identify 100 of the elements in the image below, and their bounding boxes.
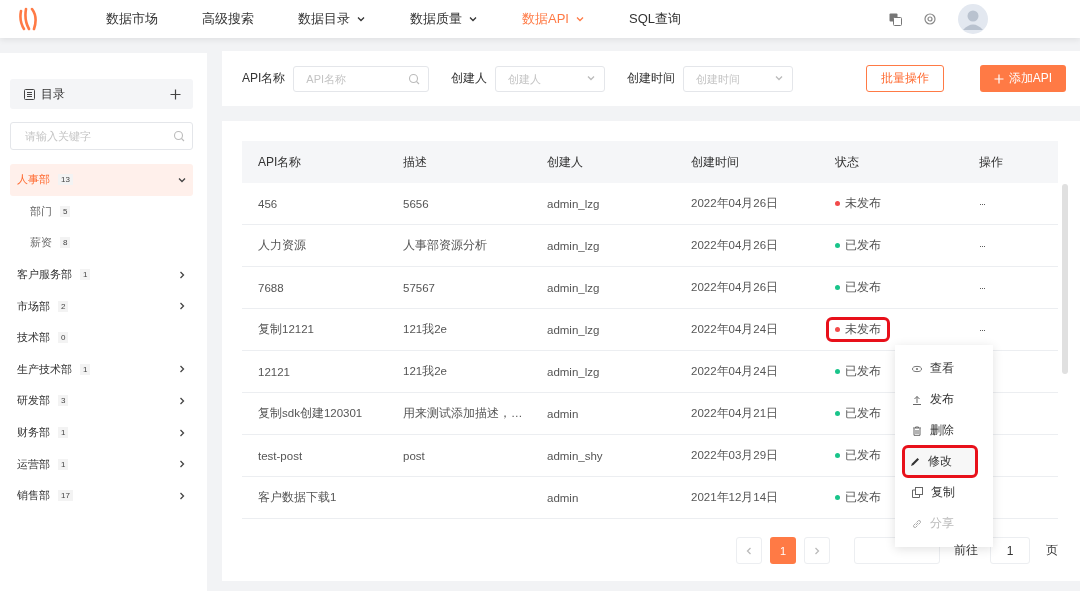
caret-icon	[468, 14, 478, 24]
table-cell: 2022年04月24日	[691, 322, 779, 337]
tree-item[interactable]: 部门 5	[10, 195, 193, 228]
table-cell: 12121	[258, 365, 290, 378]
page-input[interactable]: 1	[990, 537, 1030, 564]
table-cell: 121我2e	[403, 322, 447, 337]
caret-right-icon[interactable]	[177, 301, 187, 312]
tree-item[interactable]: 生产技术部 1	[10, 353, 193, 386]
search-icon	[173, 130, 185, 142]
table-cell: admin	[547, 407, 579, 420]
status-label: 已发布	[835, 406, 881, 421]
page-unit-label: 页	[1046, 542, 1058, 559]
column-header: 描述	[387, 141, 531, 183]
table-cell: 客户数据下载1	[258, 490, 337, 505]
caret-icon	[574, 14, 585, 24]
pencil-icon	[910, 456, 920, 467]
table-cell: test-post	[258, 449, 303, 462]
logo-icon	[18, 7, 40, 31]
trash-icon	[912, 425, 922, 436]
nav-tab[interactable]: 高级搜索	[180, 10, 276, 28]
table-cell: 2021年12月14日	[691, 490, 779, 505]
status-label: 已发布	[835, 364, 881, 379]
tree-item[interactable]: 技术部 0	[10, 321, 193, 354]
caret-right-icon[interactable]	[177, 395, 187, 406]
goto-label: 前往	[954, 542, 978, 559]
table-cell: 5656	[403, 197, 429, 210]
tree-item[interactable]: 运营部 1	[10, 448, 193, 480]
link-icon	[912, 518, 922, 529]
nav-tab[interactable]: 数据市场	[84, 10, 180, 28]
status-label: 未发布	[829, 320, 887, 339]
table-cell: admin	[547, 491, 579, 504]
tree-item[interactable]: 研发部 3	[10, 385, 193, 417]
caret-right-icon[interactable]	[177, 427, 187, 438]
search-field[interactable]: API名称	[293, 65, 430, 92]
more-button[interactable]: ···	[979, 240, 985, 251]
chevron-right-icon	[812, 545, 822, 556]
caret-right-icon[interactable]	[177, 459, 187, 470]
status-label: 已发布	[835, 490, 881, 505]
menu-item[interactable]: 复制	[899, 477, 989, 508]
caret-right-icon[interactable]	[177, 490, 187, 501]
table-cell: 2022年04月26日	[691, 196, 779, 211]
catalog-title: 目录	[41, 85, 65, 103]
tree-item[interactable]: 人事部 13	[10, 164, 193, 196]
status-label: 未发布	[835, 196, 881, 211]
table-cell: admin_lzg	[547, 197, 600, 210]
copy-icon	[912, 487, 923, 498]
column-header: API名称	[242, 141, 387, 183]
status-label: 已发布	[835, 280, 881, 295]
column-header: 状态	[819, 141, 963, 183]
table-cell: admin_shy	[547, 449, 603, 462]
more-button[interactable]: ···	[979, 324, 985, 335]
status-label: 已发布	[835, 448, 881, 463]
tree-item[interactable]: 市场部 2	[10, 290, 193, 322]
filter-label: 创建时间	[627, 70, 676, 87]
table-cell: admin_lzg	[547, 365, 600, 378]
table-cell: admin_lzg	[547, 239, 600, 252]
column-header: 创建时间	[675, 141, 819, 183]
menu-item[interactable]: 修改	[905, 448, 975, 475]
table-cell: 复制12121	[258, 322, 314, 337]
menu-item[interactable]: 查看	[899, 353, 989, 384]
caret-right-icon[interactable]	[177, 364, 187, 375]
more-button[interactable]: ···	[979, 282, 985, 293]
table-cell: admin_lzg	[547, 281, 600, 294]
add-icon[interactable]	[170, 88, 181, 100]
table-cell: 57567	[403, 281, 435, 294]
table-cell: 121我2e	[403, 364, 447, 379]
search-icon	[408, 72, 421, 85]
column-header: 操作	[963, 141, 1058, 183]
menu-item[interactable]: 删除	[899, 415, 989, 446]
nav-tab[interactable]: 数据目录	[276, 10, 388, 28]
nav-tab[interactable]: SQL查询	[606, 10, 703, 28]
upload-icon	[912, 394, 922, 405]
caret-icon	[356, 14, 366, 24]
nav-tab[interactable]: 数据质量	[388, 10, 500, 28]
column-header: 创建人	[531, 141, 675, 183]
table-cell: 7688	[258, 281, 284, 294]
table-cell: admin_lzg	[547, 323, 600, 336]
eye-icon	[912, 363, 922, 374]
filter-label: API名称	[242, 70, 286, 87]
caret-right-icon[interactable]	[177, 269, 187, 280]
tree-item[interactable]: 薪资 8	[10, 227, 193, 259]
filter-label: 创建人	[451, 70, 488, 87]
list-icon	[24, 88, 35, 100]
tree-item[interactable]: 财务部 1	[10, 416, 193, 449]
table-cell: 人事部资源分析	[403, 238, 487, 253]
table-cell: 456	[258, 197, 278, 210]
translate-icon[interactable]	[889, 12, 902, 26]
menu-item[interactable]: 发布	[899, 384, 989, 415]
status-label: 已发布	[835, 238, 881, 253]
settings-icon[interactable]	[924, 13, 936, 25]
select-field[interactable]: 创建人	[495, 65, 606, 92]
tree-item[interactable]: 销售部 17	[10, 479, 193, 512]
more-button[interactable]: ···	[979, 198, 985, 209]
table-cell: 用来测试添加描述，…	[403, 406, 523, 421]
tree-item[interactable]: 客户服务部 1	[10, 258, 193, 291]
chevron-left-icon	[744, 545, 754, 556]
table-cell: 人力资源	[258, 238, 306, 253]
plus-icon	[993, 73, 1004, 84]
table-cell: 2022年04月24日	[691, 364, 779, 379]
table-cell: post	[403, 449, 425, 462]
